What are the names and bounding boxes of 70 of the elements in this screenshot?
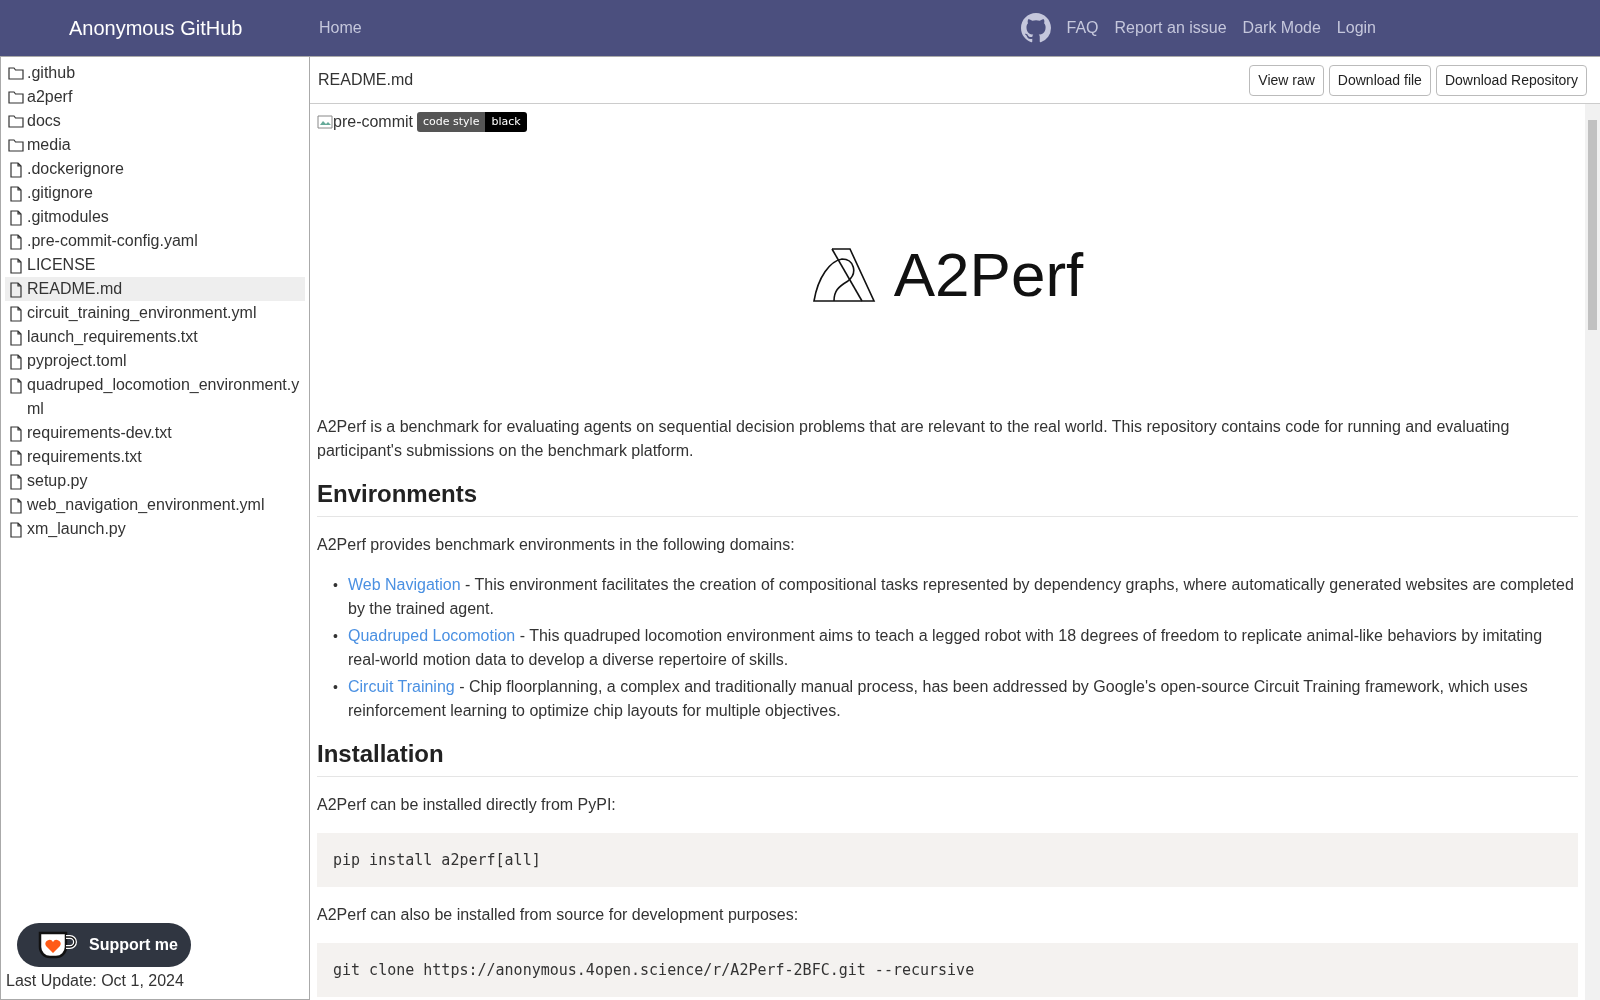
file-icon	[8, 162, 23, 178]
file-icon	[8, 210, 23, 226]
file-icon	[8, 186, 23, 202]
file-tree-item[interactable]: docs	[5, 109, 305, 133]
file-icon	[8, 282, 23, 298]
file-tree-item[interactable]: requirements-dev.txt	[5, 421, 305, 445]
file-tree-item[interactable]: setup.py	[5, 469, 305, 493]
list-item-text: Quadruped Locomotion - This quadruped locomotion environment aims to teach a legged robot with 18 degrees of freedom to replicate animal-like behaviors by imitating real-world motion data to develop a diverse repertoire of skills.	[348, 626, 1544, 670]
file-icon	[8, 306, 23, 322]
scrollbar[interactable]	[1585, 104, 1600, 1000]
list-item-text: Circuit Training - Chip floorplanning, a complex and traditionally manual process, has been addressed by Google's open-source Circuit Training framework, which uses reinforcement learning to optimize chip layouts for multiple objectives.	[348, 677, 1529, 721]
file-tree-item[interactable]: .gitignore	[5, 181, 305, 205]
last-update-text: Last Update: Oct 1, 2024	[6, 971, 184, 991]
github-icon[interactable]	[1020, 13, 1051, 43]
nav-link[interactable]: Login	[1336, 16, 1376, 40]
file-tree-item[interactable]: .dockerignore	[5, 157, 305, 181]
folder-icon	[7, 90, 24, 104]
file-icon	[8, 474, 23, 490]
bullet: •	[333, 678, 339, 697]
folder-icon	[7, 66, 24, 80]
logo-text: A2Perf	[893, 243, 1084, 306]
logo-icon	[811, 246, 878, 303]
nav-link[interactable]: Dark Mode	[1242, 16, 1321, 40]
image-alt-text: pre-commit	[333, 112, 413, 132]
file-tree-item[interactable]: a2perf	[5, 85, 305, 109]
paragraph: A2Perf is a benchmark for evaluating agents on sequential decision problems that are relevant to the real world. This repository contains code for running and evaluating participant's submissions on the benchmark platform.	[317, 417, 1511, 461]
section-heading: Environments	[317, 479, 1578, 517]
file-icon	[8, 258, 23, 274]
code-block: pip install a2perf[all]	[317, 833, 1578, 887]
folder-icon	[7, 114, 24, 128]
toolbar-button[interactable]: Download file	[1328, 64, 1431, 96]
file-tree-item[interactable]: README.md	[5, 277, 305, 301]
nav-link[interactable]: Report an issue	[1114, 16, 1227, 40]
file-tree-item[interactable]: xm_launch.py	[5, 517, 305, 541]
nav-link[interactable]: FAQ	[1066, 16, 1099, 40]
file-icon	[8, 450, 23, 466]
file-icon	[8, 354, 23, 370]
nav-link[interactable]: Home	[319, 16, 362, 40]
file-icon	[8, 234, 23, 250]
file-icon	[8, 498, 23, 514]
file-tree-item[interactable]: circuit_training_environment.yml	[5, 301, 305, 325]
file-tree-item[interactable]: media	[5, 133, 305, 157]
file-tree-item[interactable]: .github	[5, 61, 305, 85]
file-tree-item[interactable]: launch_requirements.txt	[5, 325, 305, 349]
site-title[interactable]: Anonymous GitHub	[69, 13, 319, 43]
toolbar-button[interactable]: View raw	[1249, 64, 1324, 96]
support-button[interactable]: Support me	[17, 923, 191, 967]
broken-image-icon	[317, 114, 333, 130]
file-icon	[8, 330, 23, 346]
file-tree-item[interactable]: requirements.txt	[5, 445, 305, 469]
paragraph: A2Perf can be installed directly from PyPI:	[317, 795, 617, 815]
file-icon	[8, 378, 23, 394]
list-item-text: Web Navigation - This environment facilitates the creation of compositional tasks represented by dependency graphs, where automatically generated websites are completed by the trained agent.	[348, 575, 1575, 619]
bullet: •	[333, 627, 339, 646]
file-tree-item[interactable]: .gitmodules	[5, 205, 305, 229]
folder-icon	[7, 138, 24, 152]
file-tree-item[interactable]: web_navigation_environment.yml	[5, 493, 305, 517]
paragraph: A2Perf provides benchmark environments in the following domains:	[317, 535, 796, 555]
file-tree-item[interactable]: .pre-commit-config.yaml	[5, 229, 305, 253]
file-name: README.md	[318, 70, 415, 90]
bullet: •	[333, 576, 339, 595]
file-tree-item[interactable]: pyproject.toml	[5, 349, 305, 373]
cup-heart-icon	[37, 930, 77, 960]
paragraph: A2Perf can also be installed from source for development purposes:	[317, 905, 800, 925]
file-tree-item[interactable]: LICENSE	[5, 253, 305, 277]
file-icon	[8, 426, 23, 442]
code-block: git clone https://anonymous.4open.science/r/A2Perf-2BFC.git --recursive	[317, 943, 1578, 997]
toolbar-button[interactable]: Download Repository	[1435, 64, 1587, 96]
section-heading: Installation	[317, 739, 1578, 777]
file-icon	[8, 522, 23, 538]
